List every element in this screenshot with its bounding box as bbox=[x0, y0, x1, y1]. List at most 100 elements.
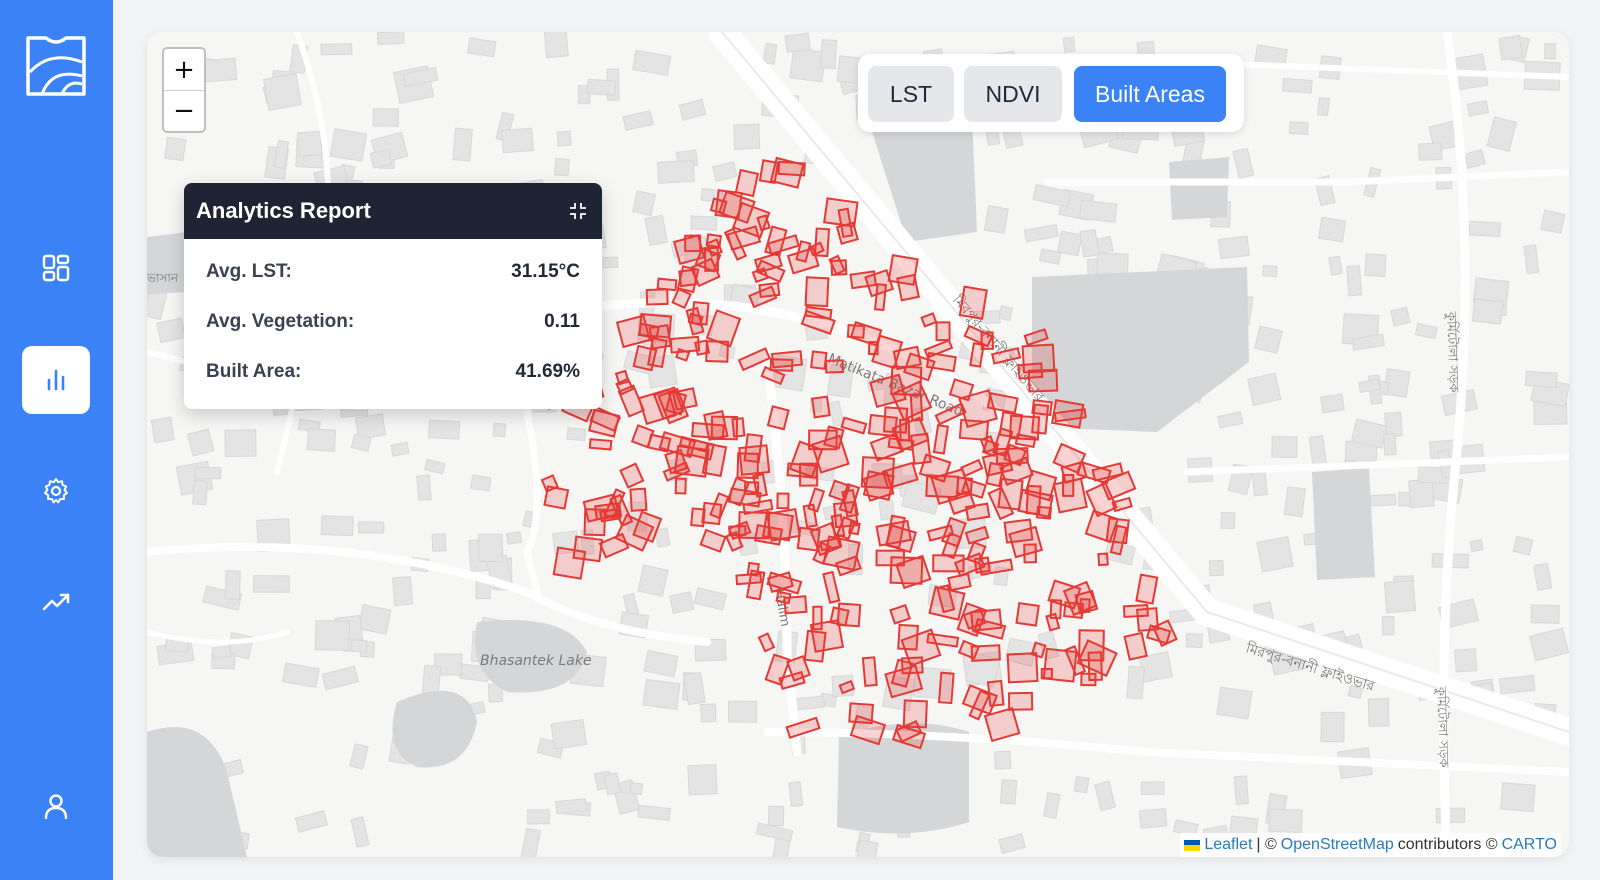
built-area-polygon[interactable] bbox=[1035, 505, 1053, 520]
nav-analytics[interactable] bbox=[22, 346, 90, 414]
built-area-polygon[interactable] bbox=[798, 462, 819, 487]
built-area-polygon[interactable] bbox=[1080, 672, 1097, 687]
zoom-in-button[interactable]: + bbox=[164, 49, 204, 90]
built-area-polygon[interactable] bbox=[743, 481, 760, 496]
built-area-polygon[interactable] bbox=[656, 277, 678, 292]
built-area-polygon[interactable] bbox=[887, 254, 919, 286]
built-area-polygon[interactable] bbox=[900, 656, 924, 675]
built-area-polygon[interactable] bbox=[753, 524, 784, 546]
lake-label: Bhasantek Lake bbox=[480, 653, 592, 669]
background-building bbox=[1126, 665, 1145, 700]
built-area-polygon[interactable] bbox=[674, 477, 687, 495]
built-area-polygon[interactable] bbox=[758, 282, 781, 299]
zoom-out-button[interactable]: − bbox=[164, 90, 204, 131]
background-building bbox=[1500, 782, 1536, 813]
built-area-polygon[interactable] bbox=[705, 340, 730, 363]
built-area-polygon[interactable] bbox=[771, 350, 803, 369]
built-area-polygon[interactable] bbox=[1027, 368, 1059, 393]
built-area-polygon[interactable] bbox=[803, 629, 827, 663]
built-area-polygon[interactable] bbox=[629, 487, 648, 512]
built-area-polygon[interactable] bbox=[1135, 573, 1159, 605]
built-area-polygon[interactable] bbox=[812, 605, 823, 631]
built-area-polygon[interactable] bbox=[1015, 601, 1040, 627]
map-canvas[interactable]: Bhasantek Lake Matikata Bazar Road মিরপু… bbox=[147, 32, 1569, 857]
built-area-polygon[interactable] bbox=[1014, 433, 1037, 449]
built-area-polygon[interactable] bbox=[947, 572, 972, 592]
background-building bbox=[543, 32, 569, 59]
built-area-polygon[interactable] bbox=[861, 656, 878, 687]
nav-settings[interactable] bbox=[22, 457, 90, 525]
layer-built-areas-button[interactable]: Built Areas bbox=[1074, 66, 1226, 122]
built-area-polygon[interactable] bbox=[964, 502, 991, 522]
built-area-polygon[interactable] bbox=[637, 322, 660, 340]
report-value: 0.11 bbox=[544, 311, 580, 332]
background-building bbox=[1469, 538, 1484, 553]
built-area-polygon[interactable] bbox=[804, 276, 830, 308]
built-area-polygon[interactable] bbox=[1006, 652, 1039, 684]
nav-dashboard[interactable] bbox=[22, 234, 90, 302]
built-area-polygon[interactable] bbox=[1023, 543, 1038, 564]
built-area-polygon[interactable] bbox=[810, 395, 831, 419]
built-area-polygon[interactable] bbox=[614, 369, 630, 386]
built-area-polygon[interactable] bbox=[796, 526, 821, 552]
built-area-polygon[interactable] bbox=[709, 197, 728, 215]
nav-profile[interactable] bbox=[22, 772, 90, 840]
built-area-polygon[interactable] bbox=[588, 438, 613, 451]
built-area-polygon[interactable] bbox=[1003, 518, 1034, 544]
built-area-polygon[interactable] bbox=[823, 197, 859, 228]
built-area-polygon[interactable] bbox=[758, 159, 780, 185]
built-area-polygon[interactable] bbox=[810, 350, 828, 370]
built-area-polygon[interactable] bbox=[691, 421, 725, 440]
built-area-polygon[interactable] bbox=[830, 259, 848, 276]
built-area-polygon[interactable] bbox=[824, 359, 844, 374]
built-area-polygon[interactable] bbox=[766, 405, 790, 431]
built-area-polygon[interactable] bbox=[813, 227, 831, 258]
osm-link[interactable]: OpenStreetMap bbox=[1281, 836, 1394, 854]
built-area-polygon[interactable] bbox=[823, 425, 845, 450]
app-logo[interactable] bbox=[22, 32, 90, 100]
built-area-polygon[interactable] bbox=[701, 501, 723, 526]
built-area-polygon[interactable] bbox=[543, 485, 570, 510]
built-area-polygon[interactable] bbox=[1122, 603, 1149, 618]
built-area-polygon[interactable] bbox=[572, 535, 604, 563]
built-area-polygon[interactable] bbox=[738, 444, 771, 476]
built-area-polygon[interactable] bbox=[1030, 641, 1047, 659]
built-area-polygon[interactable] bbox=[935, 321, 951, 342]
built-area-polygon[interactable] bbox=[673, 444, 710, 478]
built-area-polygon[interactable] bbox=[588, 408, 621, 438]
built-area-polygon[interactable] bbox=[776, 492, 790, 510]
built-area-polygon[interactable] bbox=[802, 503, 818, 529]
built-area-polygon[interactable] bbox=[829, 606, 850, 627]
built-area-polygon[interactable] bbox=[883, 406, 909, 434]
carto-link[interactable]: CARTO bbox=[1502, 836, 1557, 854]
built-area-polygon[interactable] bbox=[937, 671, 955, 705]
built-area-polygon[interactable] bbox=[995, 447, 1029, 465]
collapse-icon[interactable] bbox=[568, 201, 588, 221]
nav-trends[interactable] bbox=[22, 568, 90, 636]
built-area-polygon[interactable] bbox=[1052, 477, 1088, 514]
built-area-polygon[interactable] bbox=[970, 644, 1001, 662]
background-building bbox=[224, 570, 241, 600]
built-area-polygon[interactable] bbox=[958, 285, 988, 320]
built-area-polygon[interactable] bbox=[1021, 343, 1056, 374]
built-area-polygon[interactable] bbox=[594, 502, 623, 521]
leaflet-link[interactable]: Leaflet bbox=[1204, 836, 1252, 854]
map-container[interactable]: Bhasantek Lake Matikata Bazar Road মিরপু… bbox=[147, 32, 1569, 857]
built-area-polygon[interactable] bbox=[1007, 691, 1034, 711]
built-area-polygon[interactable] bbox=[887, 437, 915, 451]
layer-lst-button[interactable]: LST bbox=[868, 66, 954, 122]
built-area-polygon[interactable] bbox=[705, 233, 723, 249]
built-area-polygon[interactable] bbox=[1097, 552, 1109, 567]
built-area-polygon[interactable] bbox=[873, 283, 888, 312]
built-area-polygon[interactable] bbox=[830, 513, 846, 538]
built-area-polygon[interactable] bbox=[1074, 589, 1099, 615]
layer-ndvi-button[interactable]: NDVI bbox=[964, 66, 1062, 122]
built-area-polygon[interactable] bbox=[783, 595, 808, 615]
built-area-polygon[interactable] bbox=[746, 561, 760, 577]
background-building bbox=[762, 42, 778, 65]
built-area-polygon[interactable] bbox=[1031, 403, 1050, 435]
built-area-polygon[interactable] bbox=[645, 288, 669, 306]
built-area-polygon[interactable] bbox=[1049, 599, 1063, 620]
built-area-polygon[interactable] bbox=[1123, 631, 1148, 661]
built-area-polygon[interactable] bbox=[734, 168, 760, 198]
